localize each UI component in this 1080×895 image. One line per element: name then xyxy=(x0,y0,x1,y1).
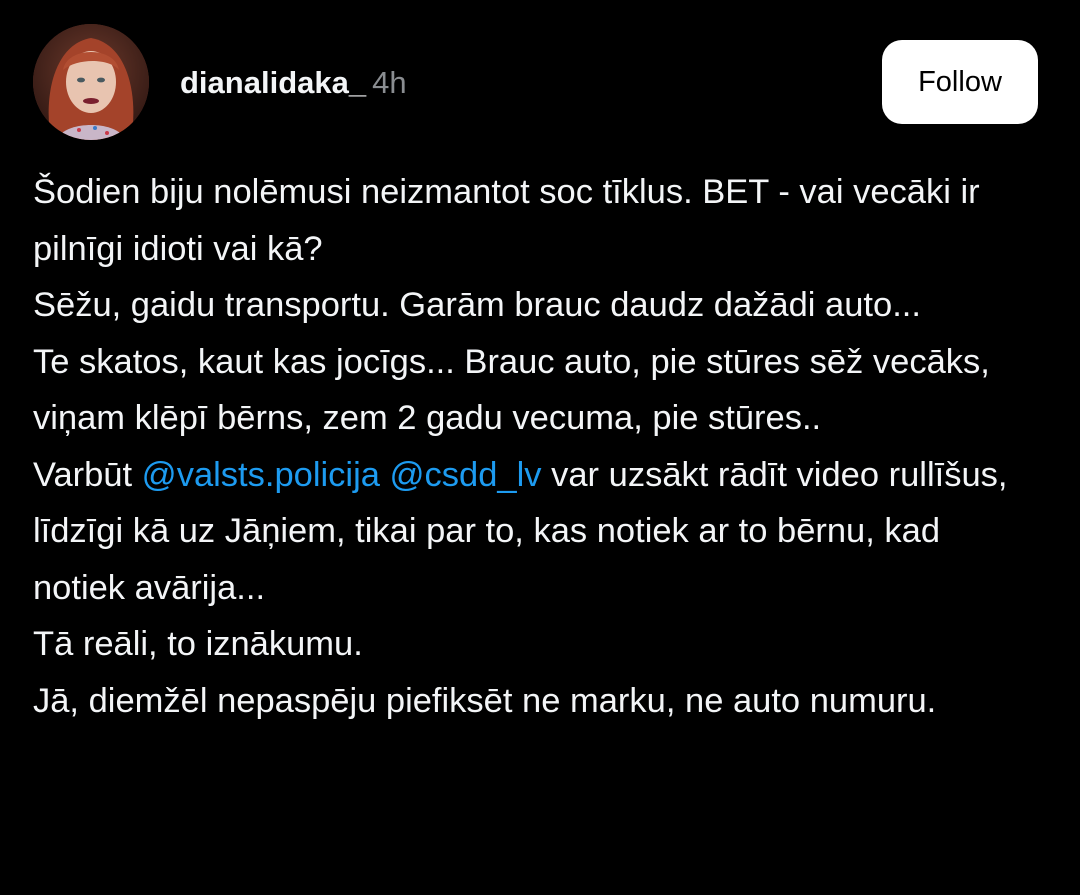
avatar[interactable] xyxy=(33,24,149,140)
mention-link-valsts-policija[interactable]: @valsts.policija xyxy=(142,456,380,494)
post-text-line: Te skatos, kaut kas jocīgs... Brauc auto… xyxy=(33,342,990,438)
post-timestamp: 4h xyxy=(372,65,407,100)
mention-link-csdd-lv[interactable]: @csdd_lv xyxy=(390,456,542,494)
post-text-line: Sēžu, gaidu transportu. Garām brauc daud… xyxy=(33,286,921,324)
post-text-line-with-mentions: Varbūt @valsts.policija @csdd_lv var uzs… xyxy=(33,447,1033,617)
post-header: dianalidaka_ 4h Follow xyxy=(33,24,1038,140)
avatar-image xyxy=(33,24,149,140)
mention-separator xyxy=(380,456,390,494)
author-line: dianalidaka_ 4h xyxy=(180,64,407,102)
post-text-line: Tā reāli, to iznākumu. xyxy=(33,625,363,663)
username-link[interactable]: dianalidaka_ xyxy=(180,65,366,100)
follow-button[interactable]: Follow xyxy=(882,40,1038,124)
post-body: Šodien biju nolēmusi neizmantot soc tīkl… xyxy=(33,164,1033,729)
post-text-line: Šodien biju nolēmusi neizmantot soc tīkl… xyxy=(33,173,980,268)
mention-prefix: Varbūt xyxy=(33,455,142,494)
post-text-line: Jā, diemžēl nepaspēju piefiksēt ne marku… xyxy=(33,681,937,720)
